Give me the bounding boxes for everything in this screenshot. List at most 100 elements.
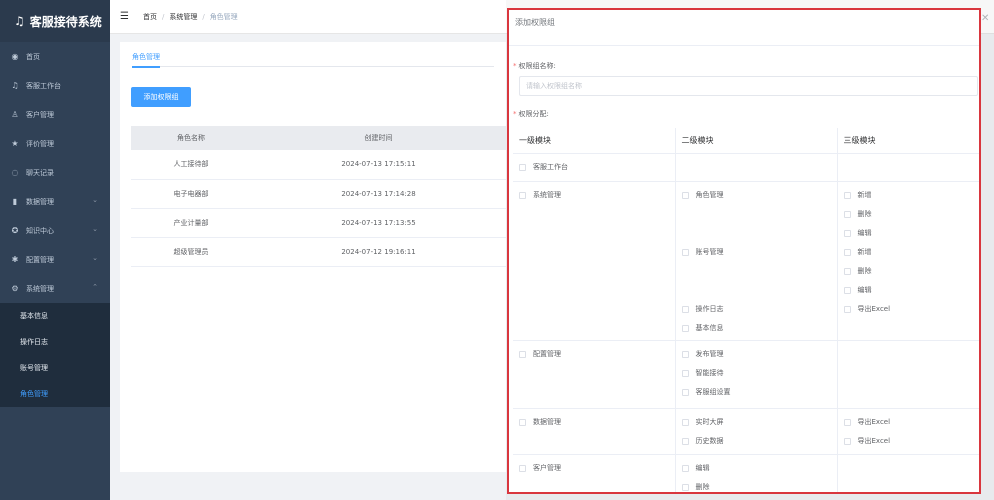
sidebar: ♫ 客服接待系统 ◉ 首页 ♫ 客服工作台 ♙ 客户管理 ★ 评价管理 ◌ 聊天记录 ▮ 数… bbox=[0, 0, 110, 500]
checkbox-level1[interactable]: 客服工作台 bbox=[519, 158, 675, 177]
sidebar-item-customers[interactable]: ♙ 客户管理 bbox=[0, 100, 110, 129]
checkbox-level3[interactable]: 导出Excel bbox=[843, 413, 980, 432]
add-permission-group-drawer: 添加权限组 *权限组名称: *权限分配: 一级模块 二级模块 三级模块 客服工作… bbox=[507, 8, 981, 494]
table-row: 客户管理 编辑 删除 bbox=[513, 454, 979, 493]
permission-label: * 权限分配: bbox=[513, 110, 549, 118]
dashboard-icon: ◉ bbox=[11, 52, 19, 61]
close-icon[interactable]: ✕ bbox=[981, 13, 989, 24]
role-name-cell: 电子电器部 bbox=[131, 179, 252, 209]
table-row[interactable]: 超级管理员 2024-07-12 19:16:11 bbox=[131, 237, 506, 267]
bar-chart-icon: ▮ bbox=[12, 197, 18, 206]
tab-role-management[interactable]: 角色管理 bbox=[132, 52, 160, 68]
checkbox-level3[interactable]: 删除 bbox=[843, 205, 980, 224]
checkbox-level2[interactable]: 基本信息 bbox=[681, 319, 837, 338]
breadcrumb-current: 角色管理 bbox=[209, 12, 238, 21]
sidebar-item-home[interactable]: ◉ 首页 bbox=[0, 42, 110, 71]
checkbox-icon[interactable] bbox=[519, 163, 526, 171]
checkbox-icon[interactable] bbox=[519, 350, 526, 358]
checkbox-icon[interactable] bbox=[843, 229, 851, 237]
checkbox-level2[interactable]: 账号管理 bbox=[681, 243, 837, 262]
checkbox-level2[interactable]: 角色管理 bbox=[681, 186, 837, 205]
checkbox-icon[interactable] bbox=[843, 248, 851, 256]
submenu-account-management[interactable]: 账号管理 bbox=[0, 355, 110, 381]
breadcrumb-separator: / bbox=[202, 12, 205, 21]
checkbox-level3[interactable]: 新增 bbox=[843, 186, 980, 205]
sidebar-item-chat-logs[interactable]: ◌ 聊天记录 bbox=[0, 158, 110, 187]
checkbox-icon[interactable] bbox=[681, 464, 689, 472]
role-card: 角色管理 添加权限组 角色名称 创建时间 人工接待部 2024-07-13 17… bbox=[120, 42, 506, 472]
checkbox-level2[interactable]: 操作日志 bbox=[681, 300, 837, 319]
checkbox-icon[interactable] bbox=[681, 388, 689, 396]
checkbox-level1[interactable]: 数据管理 bbox=[519, 413, 675, 432]
checkbox-level2[interactable]: 客服组设置 bbox=[681, 383, 837, 402]
checkbox-icon[interactable] bbox=[843, 210, 851, 218]
checkbox-level3[interactable]: 导出Excel bbox=[843, 300, 980, 319]
column-role-name: 角色名称 bbox=[131, 126, 252, 150]
checkbox-icon[interactable] bbox=[843, 267, 851, 275]
table-header-row: 角色名称 创建时间 bbox=[131, 126, 506, 150]
star-icon: ★ bbox=[11, 139, 19, 148]
checkbox-icon[interactable] bbox=[843, 191, 851, 199]
submenu-operation-log[interactable]: 操作日志 bbox=[0, 329, 110, 355]
checkbox-icon[interactable] bbox=[843, 437, 851, 445]
checkbox-level1[interactable]: 配置管理 bbox=[519, 345, 675, 364]
checkbox-icon[interactable] bbox=[843, 418, 851, 426]
checkbox-icon[interactable] bbox=[681, 483, 689, 491]
checkbox-icon[interactable] bbox=[681, 369, 689, 377]
checkbox-icon[interactable] bbox=[681, 418, 689, 426]
checkbox-level1[interactable]: 客户管理 bbox=[519, 459, 675, 478]
app-title: 客服接待系统 bbox=[29, 14, 102, 29]
table-row[interactable]: 产业计量部 2024-07-13 17:13:55 bbox=[131, 208, 506, 238]
sidebar-item-workbench[interactable]: ♫ 客服工作台 bbox=[0, 71, 110, 100]
created-time-cell: 2024-07-13 17:13:55 bbox=[251, 208, 506, 238]
checkbox-icon[interactable] bbox=[681, 350, 689, 358]
group-name-input[interactable] bbox=[519, 76, 978, 96]
sidebar-item-system[interactable]: ⚙ 系统管理 ⌃ bbox=[0, 274, 110, 303]
checkbox-level3[interactable]: 编辑 bbox=[843, 281, 980, 300]
breadcrumb-system[interactable]: 系统管理 bbox=[169, 12, 197, 22]
checkbox-icon[interactable] bbox=[681, 437, 689, 445]
checkbox-level2[interactable]: 删除 bbox=[681, 478, 837, 493]
submenu-role-management[interactable]: 角色管理 bbox=[0, 381, 110, 407]
sidebar-item-config[interactable]: ✱ 配置管理 ⌄ bbox=[0, 245, 110, 274]
permission-header-row: 一级模块 二级模块 三级模块 bbox=[513, 128, 979, 154]
checkbox-icon[interactable] bbox=[843, 305, 851, 313]
system-submenu: 基本信息 操作日志 账号管理 角色管理 bbox=[0, 303, 110, 407]
checkbox-icon[interactable] bbox=[681, 191, 689, 199]
checkbox-icon[interactable] bbox=[681, 324, 689, 332]
checkbox-icon[interactable] bbox=[843, 286, 851, 294]
checkbox-icon[interactable] bbox=[519, 464, 526, 472]
checkbox-level2[interactable]: 智能接待 bbox=[681, 364, 837, 383]
table-row[interactable]: 电子电器部 2024-07-13 17:14:28 bbox=[131, 179, 506, 209]
column-level-3: 三级模块 bbox=[837, 128, 979, 154]
table-row[interactable]: 人工接待部 2024-07-13 17:15:11 bbox=[131, 150, 506, 180]
sidebar-item-reviews[interactable]: ★ 评价管理 bbox=[0, 129, 110, 158]
tab-bar: 角色管理 bbox=[132, 42, 494, 68]
checkbox-level1[interactable]: 系统管理 bbox=[519, 186, 675, 205]
checkbox-level3[interactable]: 新增 bbox=[843, 243, 980, 262]
required-mark: * bbox=[513, 110, 517, 118]
app-logo: ♫ 客服接待系统 bbox=[0, 0, 110, 42]
checkbox-level3[interactable]: 删除 bbox=[843, 262, 980, 281]
required-mark: * bbox=[513, 62, 517, 70]
created-time-cell: 2024-07-12 19:16:11 bbox=[251, 237, 506, 267]
checkbox-icon[interactable] bbox=[681, 248, 689, 256]
chevron-down-icon: ⌄ bbox=[92, 225, 98, 233]
breadcrumb-home[interactable]: 首页 bbox=[143, 12, 157, 22]
cog-icon: ⚙ bbox=[11, 284, 19, 293]
add-permission-group-button[interactable]: 添加权限组 bbox=[131, 87, 191, 107]
submenu-basic-info[interactable]: 基本信息 bbox=[0, 303, 110, 329]
checkbox-level2[interactable]: 发布管理 bbox=[681, 345, 837, 364]
menu-toggle-icon[interactable]: ☰ bbox=[120, 11, 129, 22]
checkbox-icon[interactable] bbox=[519, 191, 526, 199]
checkbox-icon[interactable] bbox=[519, 418, 526, 426]
checkbox-level2[interactable]: 历史数据 bbox=[681, 432, 837, 451]
sidebar-item-knowledge[interactable]: ✪ 知识中心 ⌄ bbox=[0, 216, 110, 245]
checkbox-level3[interactable]: 编辑 bbox=[843, 224, 980, 243]
sidebar-item-data[interactable]: ▮ 数据管理 ⌄ bbox=[0, 187, 110, 216]
table-row: 客服工作台 bbox=[513, 153, 979, 182]
checkbox-icon[interactable] bbox=[681, 305, 689, 313]
checkbox-level2[interactable]: 编辑 bbox=[681, 459, 837, 478]
checkbox-level3[interactable]: 导出Excel bbox=[843, 432, 980, 451]
checkbox-level2[interactable]: 实时大屏 bbox=[681, 413, 837, 432]
